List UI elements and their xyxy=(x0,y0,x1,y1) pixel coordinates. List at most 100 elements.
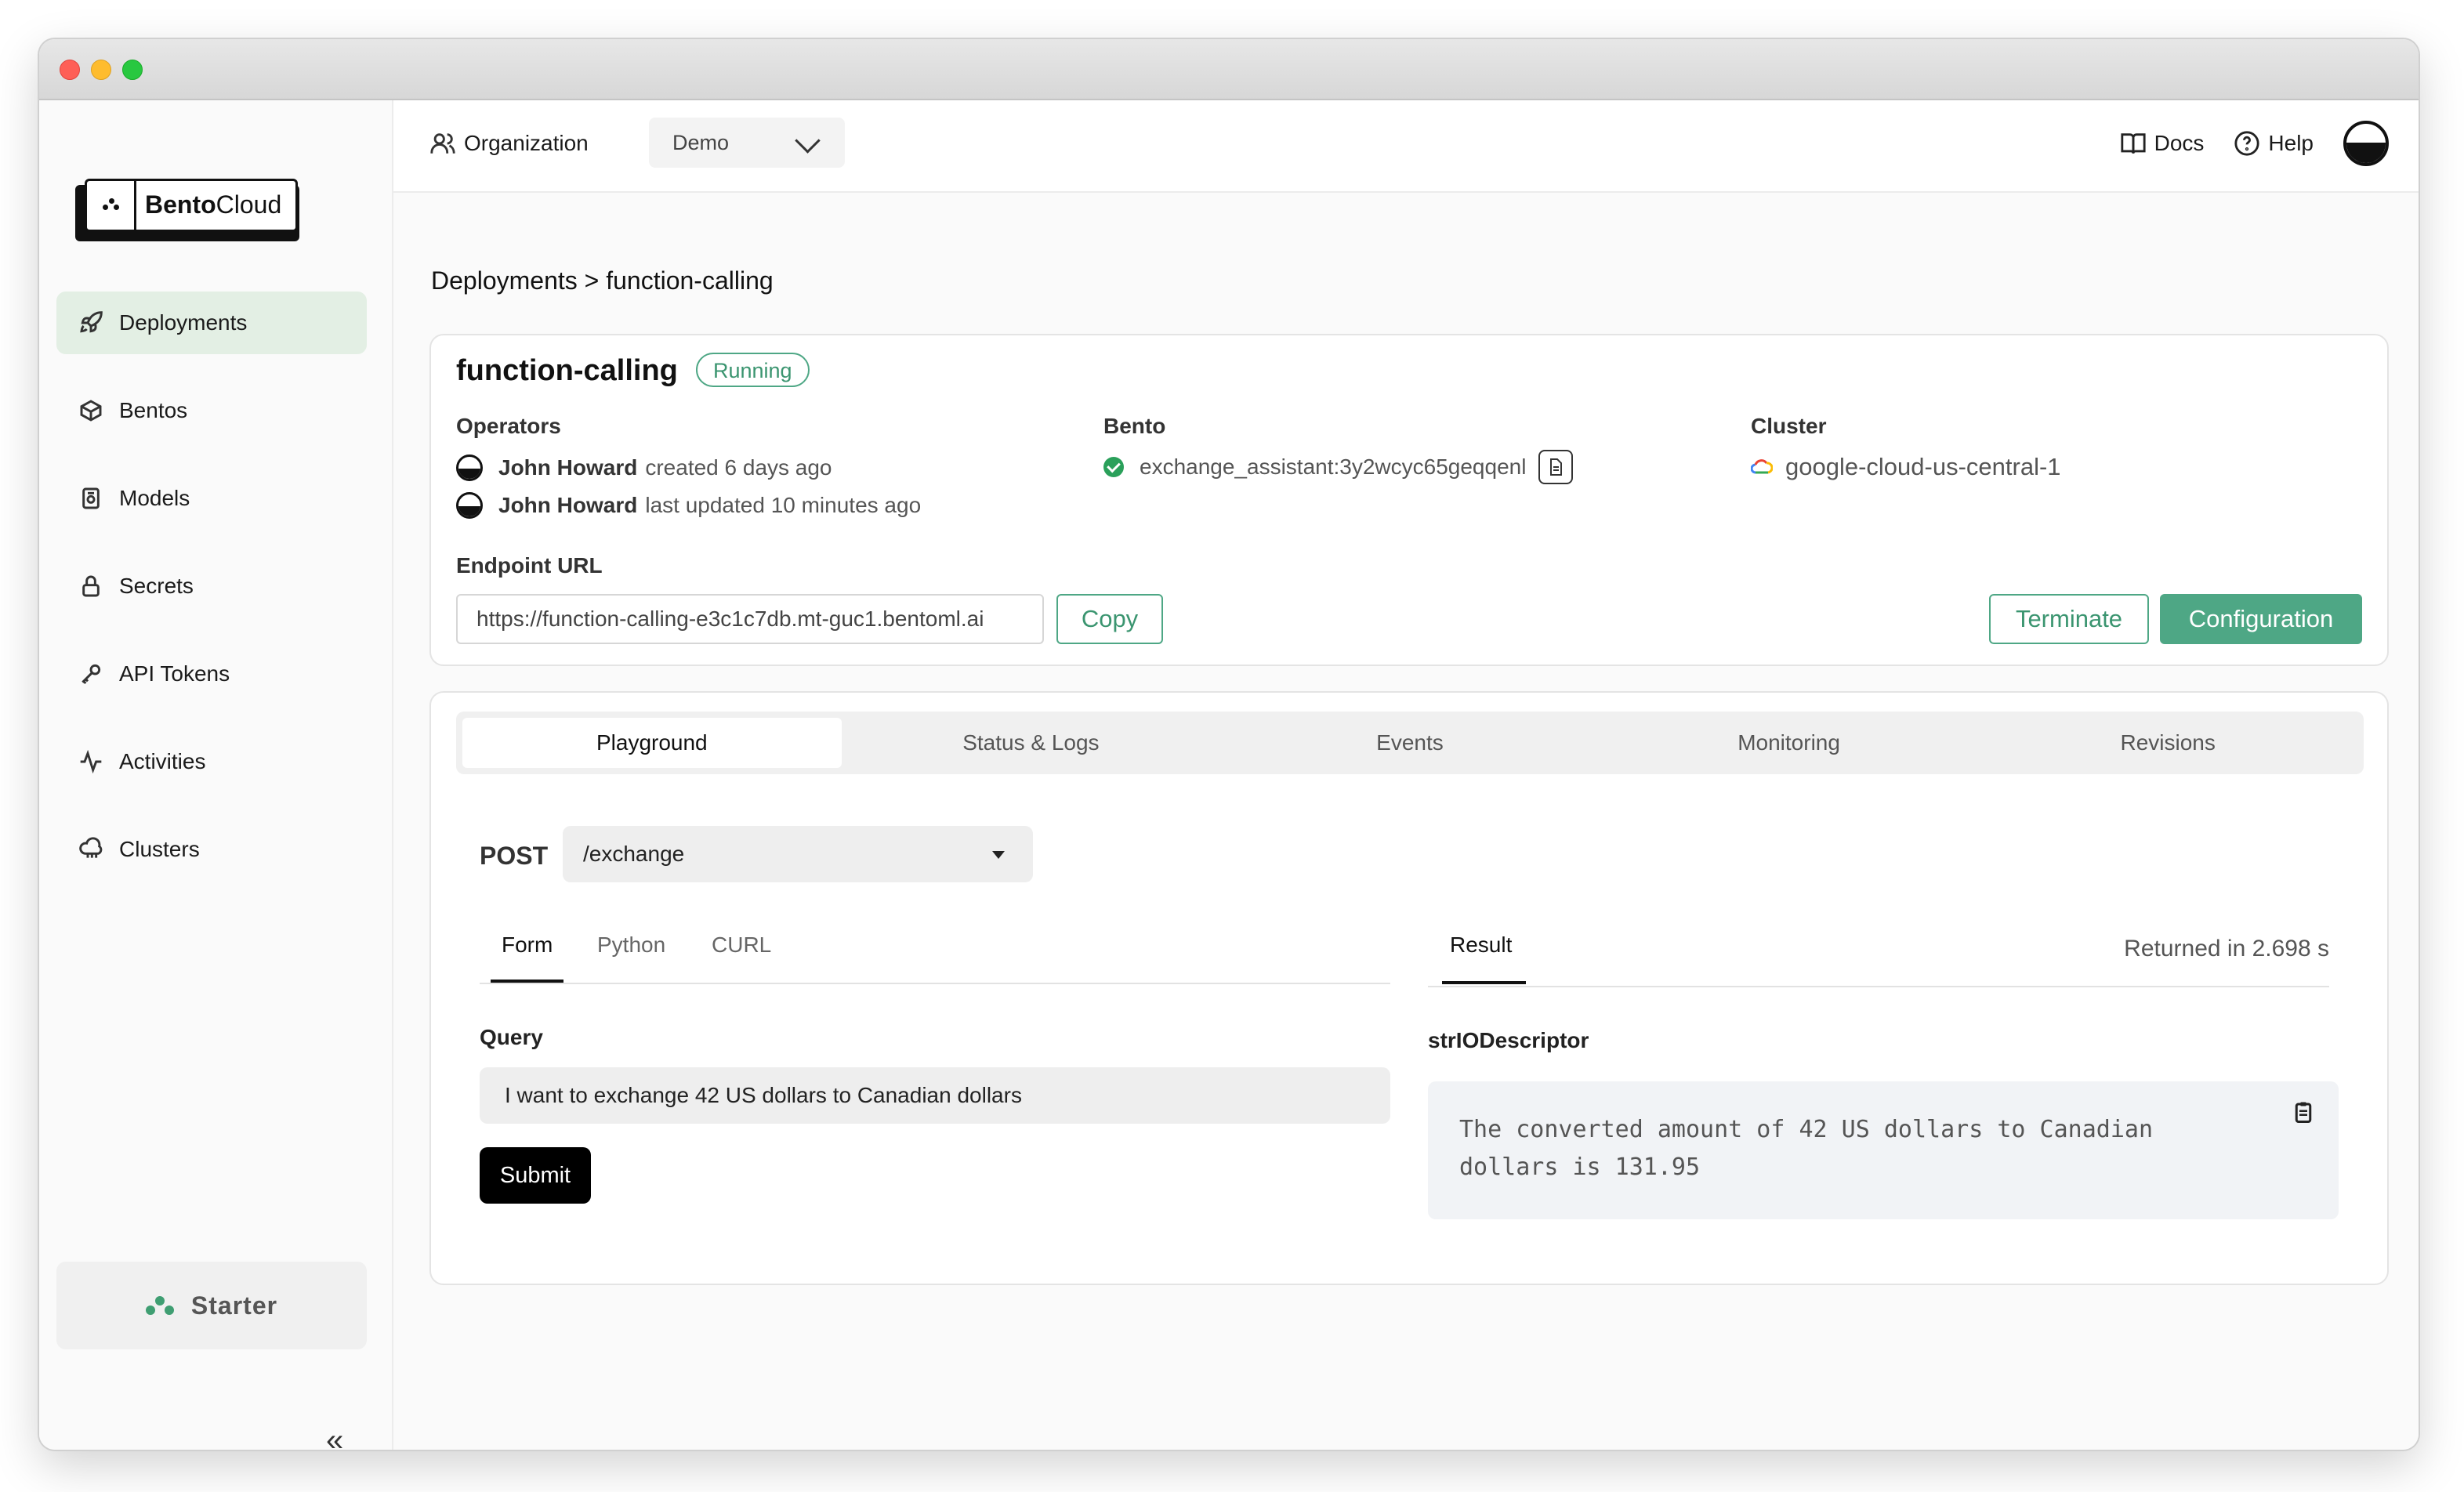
box-icon xyxy=(77,397,105,425)
copy-button[interactable]: Copy xyxy=(1056,594,1163,644)
document-icon xyxy=(1550,458,1563,476)
bento-label: Bento xyxy=(1103,414,1166,438)
cloud-icon xyxy=(77,835,105,864)
operator-name: John Howard xyxy=(498,455,638,480)
sidebar-item-models[interactable]: Models xyxy=(56,467,367,530)
query-input[interactable]: I want to exchange 42 US dollars to Cana… xyxy=(480,1067,1390,1124)
help-circle-icon xyxy=(2234,131,2259,156)
endpoint-value: /exchange xyxy=(583,842,685,866)
deployment-summary-card: function-calling Running Operators John … xyxy=(429,334,2389,666)
bento-details-button[interactable] xyxy=(1538,450,1574,484)
submit-button[interactable]: Submit xyxy=(480,1147,591,1204)
minimize-window-button[interactable] xyxy=(91,60,111,80)
operator-action: last updated 10 minutes ago xyxy=(645,493,922,517)
sidebar-item-label: Activities xyxy=(119,749,206,773)
input-format-tabs: Form Python CURL xyxy=(480,915,1390,984)
logo-text: BentoCloud xyxy=(145,190,282,219)
tab-python[interactable]: Python xyxy=(597,932,665,980)
clipboard-icon[interactable] xyxy=(2292,1100,2315,1124)
result-tabs: Result Returned in 2.698 s xyxy=(1428,915,2329,987)
lock-icon xyxy=(77,572,105,600)
tab-status-logs[interactable]: Status & Logs xyxy=(842,718,1221,768)
rocket-icon xyxy=(77,309,105,337)
sidebar-item-label: API Tokens xyxy=(119,661,230,686)
descriptor-label: strIODescriptor xyxy=(1428,1028,1589,1052)
organization-value: Demo xyxy=(672,130,730,154)
result-output: The converted amount of 42 US dollars to… xyxy=(1428,1081,2339,1219)
endpoint-url-label: Endpoint URL xyxy=(456,553,603,578)
close-window-button[interactable] xyxy=(60,60,80,80)
user-avatar[interactable] xyxy=(2343,121,2389,166)
tab-monitoring[interactable]: Monitoring xyxy=(1600,718,1979,768)
tab-result[interactable]: Result xyxy=(1442,932,1527,984)
operator-row: John Howard last updated 10 minutes ago xyxy=(456,492,921,519)
sidebar-item-label: Bentos xyxy=(119,398,188,422)
cluster-label: Cluster xyxy=(1751,414,1827,438)
collapse-sidebar-icon[interactable]: « xyxy=(326,1423,343,1450)
cluster-value: google-cloud-us-central-1 xyxy=(1785,453,2061,480)
response-time: Returned in 2.698 s xyxy=(2124,936,2329,961)
operator-row: John Howard created 6 days ago xyxy=(456,454,832,481)
tab-form[interactable]: Form xyxy=(491,932,564,983)
tab-revisions[interactable]: Revisions xyxy=(1978,718,2357,768)
cluster-row: google-cloud-us-central-1 xyxy=(1751,453,2061,481)
sidebar-item-label: Models xyxy=(119,486,190,510)
sidebar-item-deployments[interactable]: Deployments xyxy=(56,292,367,354)
result-text: The converted amount of 42 US dollars to… xyxy=(1459,1116,2154,1181)
operator-name: John Howard xyxy=(498,493,638,517)
sidebar-item-secrets[interactable]: Secrets xyxy=(56,555,367,617)
activity-icon xyxy=(77,748,105,776)
check-circle-icon xyxy=(1103,457,1124,477)
organization-label: Organization xyxy=(429,130,589,157)
avatar xyxy=(456,492,483,519)
plan-badge[interactable]: Starter xyxy=(56,1262,367,1349)
sidebar-item-label: Clusters xyxy=(119,837,200,861)
sidebar-item-label: Secrets xyxy=(119,574,194,598)
google-cloud-icon xyxy=(1751,459,1773,474)
organization-text: Organization xyxy=(464,131,589,155)
playground-card: Playground Status & Logs Events Monitori… xyxy=(429,691,2389,1285)
help-link[interactable]: Help xyxy=(2234,130,2314,157)
tab-curl[interactable]: CURL xyxy=(712,932,771,980)
tab-playground[interactable]: Playground xyxy=(462,718,842,768)
sidebar-item-label: Deployments xyxy=(119,310,248,335)
sidebar-item-activities[interactable]: Activities xyxy=(56,730,367,793)
terminate-button[interactable]: Terminate xyxy=(1989,594,2149,644)
configuration-button[interactable]: Configuration xyxy=(2160,594,2362,644)
endpoint-select[interactable]: /exchange xyxy=(563,826,1033,882)
breadcrumb: Deployments > function-calling xyxy=(431,266,774,295)
plan-label: Starter xyxy=(190,1291,278,1320)
chevron-down-icon xyxy=(795,128,821,154)
bento-value: exchange_assistant:3y2wcyc65geqqenl xyxy=(1140,454,1527,479)
deployment-tabs: Playground Status & Logs Events Monitori… xyxy=(456,712,2364,774)
plan-icon xyxy=(145,1293,177,1318)
operators-label: Operators xyxy=(456,414,561,438)
http-method-label: POST xyxy=(480,842,549,870)
title-bar xyxy=(39,39,2419,100)
sidebar-item-api-tokens[interactable]: API Tokens xyxy=(56,643,367,705)
deployment-title: function-calling xyxy=(456,354,678,387)
caret-down-icon xyxy=(992,851,1005,859)
sidebar-nav: Deployments Bentos Models Secrets API To… xyxy=(56,292,367,906)
docs-label: Docs xyxy=(2154,131,2205,155)
bentocloud-logo[interactable]: BentoCloud xyxy=(75,179,303,241)
key-icon xyxy=(77,660,105,688)
maximize-window-button[interactable] xyxy=(122,60,143,80)
operator-action: created 6 days ago xyxy=(645,455,832,480)
logo-box: BentoCloud xyxy=(85,179,298,232)
sidebar-item-clusters[interactable]: Clusters xyxy=(56,818,367,881)
bento-row: exchange_assistant:3y2wcyc65geqqenl xyxy=(1103,450,1574,484)
sidebar-item-bentos[interactable]: Bentos xyxy=(56,379,367,442)
organization-select[interactable]: Demo xyxy=(649,118,845,168)
top-right-links: Docs Help xyxy=(2120,121,2389,166)
app-window: BentoCloud Deployments Bentos Models Sec… xyxy=(39,39,2419,1450)
tab-events[interactable]: Events xyxy=(1220,718,1600,768)
logo-mark-icon xyxy=(87,181,136,230)
help-label: Help xyxy=(2268,131,2314,155)
docs-link[interactable]: Docs xyxy=(2120,130,2205,157)
book-icon xyxy=(2121,133,2146,154)
main-content: Deployments > function-calling function-… xyxy=(393,193,2419,1450)
avatar xyxy=(456,454,483,481)
endpoint-url-field[interactable]: https://function-calling-e3c1c7db.mt-guc… xyxy=(456,594,1044,644)
top-bar: Organization Demo Docs Help xyxy=(393,100,2419,193)
